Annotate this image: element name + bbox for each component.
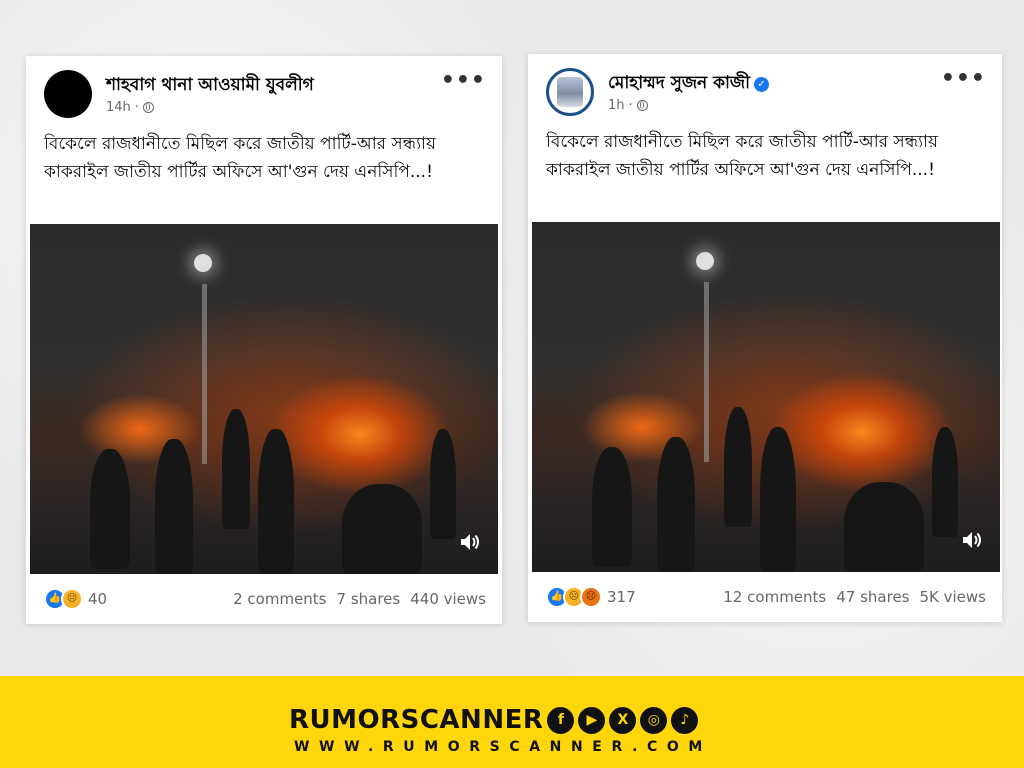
- post-stats: 2 comments 7 shares 440 views: [233, 590, 486, 608]
- person-silhouette: [724, 407, 752, 527]
- page-name[interactable]: শাহবাগ থানা আওয়ামী যুবলীগ: [106, 72, 314, 100]
- brand-url[interactable]: WWW.RUMORSCANNER.COM: [294, 739, 712, 755]
- facebook-post-card-2: মোহাম্মদ সুজন কাজী ✓ 1h · ••• বিকেলে রাজধ…: [528, 54, 1002, 622]
- comments-count[interactable]: 12 comments: [723, 588, 826, 606]
- person-silhouette: [657, 437, 695, 572]
- person-silhouette: [342, 484, 422, 574]
- person-silhouette: [592, 447, 632, 567]
- post-video[interactable]: [30, 224, 498, 574]
- page-name-text: মোহাম্মদ সুজন কাজী: [608, 73, 751, 93]
- post-time[interactable]: 14h: [106, 100, 131, 115]
- page-avatar[interactable]: [546, 68, 594, 116]
- verified-badge-icon: ✓: [754, 77, 770, 92]
- reaction-count[interactable]: 40: [88, 590, 107, 608]
- page-name[interactable]: মোহাম্মদ সুজন কাজী ✓: [608, 70, 770, 98]
- globe-icon: [636, 100, 648, 111]
- facebook-icon[interactable]: f: [547, 706, 575, 734]
- post-meta: 14h ·: [106, 100, 154, 115]
- post-text: বিকেলে রাজধানীতে মিছিল করে জাতীয় পার্টি…: [546, 132, 938, 180]
- shares-count[interactable]: 7 shares: [337, 590, 401, 608]
- street-pole: [704, 282, 709, 462]
- instagram-icon[interactable]: ◎: [640, 706, 668, 734]
- volume-icon[interactable]: [960, 528, 984, 552]
- brand-row: RUMORSCANNER f ▶ X ◎ ♪: [289, 705, 699, 735]
- more-dots-icon[interactable]: •••: [941, 68, 986, 90]
- person-silhouette: [932, 427, 958, 537]
- globe-icon: [142, 102, 154, 113]
- volume-icon[interactable]: [458, 530, 482, 554]
- post-meta: 1h ·: [608, 98, 648, 113]
- comments-count[interactable]: 2 comments: [233, 590, 326, 608]
- reaction-count[interactable]: 317: [607, 588, 636, 606]
- tiktok-icon[interactable]: ♪: [671, 706, 699, 734]
- street-lamp: [696, 252, 714, 270]
- sad-reaction-icon: ☹: [61, 588, 83, 610]
- street-pole: [202, 284, 207, 464]
- post-text: বিকেলে রাজধানীতে মিছিল করে জাতীয় পার্টি…: [44, 134, 436, 182]
- person-silhouette: [258, 429, 294, 574]
- post-footer: 👍 ☹ ☹ 317 12 comments 47 shares 5K views: [546, 586, 986, 608]
- person-silhouette: [155, 439, 193, 574]
- person-silhouette: [222, 409, 250, 529]
- facebook-post-card-1: শাহবাগ থানা আওয়ামী যুবলীগ 14h · ••• বিক…: [26, 56, 502, 624]
- page-avatar[interactable]: [44, 70, 92, 118]
- street-lamp: [194, 254, 212, 272]
- person-silhouette: [90, 449, 130, 569]
- post-time[interactable]: 1h: [608, 98, 625, 113]
- shares-count[interactable]: 47 shares: [836, 588, 909, 606]
- post-footer: 👍 ☹ 40 2 comments 7 shares 440 views: [44, 588, 486, 610]
- more-dots-icon[interactable]: •••: [441, 70, 486, 92]
- reactions[interactable]: 👍 ☹ 40: [44, 588, 107, 610]
- post-stats: 12 comments 47 shares 5K views: [723, 588, 986, 606]
- avatar-photo: [557, 77, 583, 107]
- x-icon[interactable]: X: [609, 706, 637, 734]
- person-silhouette: [760, 427, 796, 572]
- person-silhouette: [430, 429, 456, 539]
- brand-logo-text: RUMORSCANNER: [289, 705, 544, 735]
- person-silhouette: [844, 482, 924, 572]
- angry-reaction-icon: ☹: [580, 586, 602, 608]
- post-video[interactable]: [532, 222, 1000, 572]
- reactions[interactable]: 👍 ☹ ☹ 317: [546, 586, 636, 608]
- youtube-icon[interactable]: ▶: [578, 706, 606, 734]
- views-count: 5K views: [919, 588, 986, 606]
- views-count: 440 views: [410, 590, 486, 608]
